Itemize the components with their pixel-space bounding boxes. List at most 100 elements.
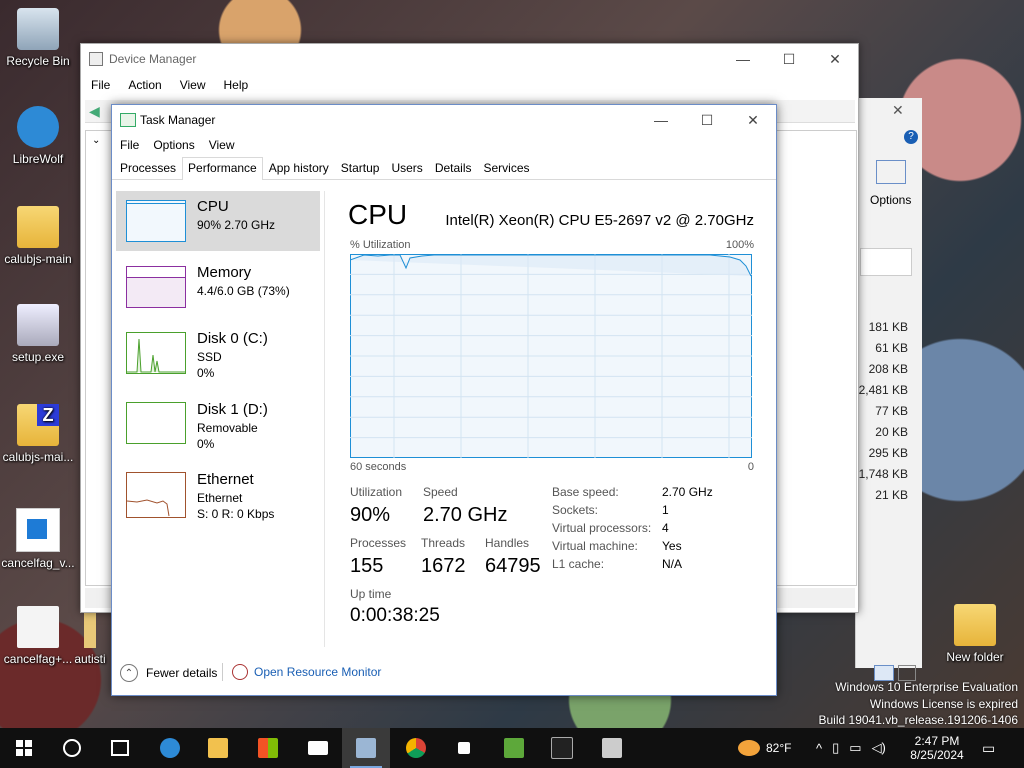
recycle-bin-shortcut[interactable]: Recycle Bin — [0, 8, 76, 68]
task-manager-tabs: Processes Performance App history Startu… — [112, 155, 776, 180]
fewer-details-button[interactable]: ⌃ Fewer details — [120, 664, 217, 682]
taskbar: 82°F ^ ▯ ▭ ◁) 2:47 PM 8/25/2024 ▭ — [0, 728, 1024, 768]
background-file-panel: ✕ ? Options 181 KB 61 KB 208 KB 2,481 KB… — [855, 98, 922, 681]
sidebar-item-label: Memory — [197, 264, 252, 281]
tab-performance[interactable]: Performance — [182, 157, 263, 180]
sidebar-divider — [324, 191, 325, 647]
menu-options[interactable]: Options — [153, 138, 194, 152]
minimize-button[interactable]: — — [638, 105, 684, 135]
sidebar-item-value: 0% — [197, 366, 215, 380]
taskbar-file-explorer[interactable] — [194, 728, 242, 768]
calubjs-main-folder[interactable]: calubjs-main — [0, 206, 76, 266]
minimize-button[interactable]: — — [720, 44, 766, 74]
watermark-edition: Windows 10 Enterprise Evaluation — [835, 680, 1018, 694]
close-button[interactable]: ✕ — [730, 105, 776, 135]
autisti-shortcut[interactable]: autisti — [62, 606, 118, 666]
taskbar-device-manager[interactable] — [588, 728, 636, 768]
memory-thumbnail-graph — [126, 266, 186, 308]
sidebar-item-cpu[interactable]: CPU 90% 2.70 GHz — [116, 191, 320, 251]
taskbar-terminal[interactable] — [538, 728, 586, 768]
device-manager-icon — [602, 738, 622, 758]
maximize-button[interactable]: ☐ — [766, 44, 812, 74]
menu-file[interactable]: File — [91, 78, 110, 92]
search-box[interactable] — [860, 248, 912, 276]
open-resource-monitor-link[interactable]: Open Resource Monitor — [232, 664, 381, 680]
close-icon[interactable]: ✕ — [892, 102, 904, 119]
speed-value: 2.70 GHz — [423, 504, 508, 526]
device-manager-icon — [89, 52, 103, 66]
menu-file[interactable]: File — [120, 138, 139, 152]
search-button[interactable] — [48, 728, 96, 768]
volume-icon[interactable]: ◁) — [872, 740, 886, 756]
new-folder-shortcut[interactable]: New folder — [937, 604, 1013, 664]
weather-widget[interactable]: 82°F — [738, 728, 791, 768]
device-manager-titlebar[interactable]: Device Manager — ☐ ✕ — [81, 44, 858, 74]
sidebar-item-label: Disk 0 (C:) — [197, 330, 268, 347]
speed-label: Speed — [423, 485, 458, 499]
task-manager-icon — [120, 113, 136, 127]
handles-value: 64795 — [485, 555, 541, 577]
options-button[interactable]: Options — [870, 193, 911, 207]
back-arrow-icon[interactable]: ◀ — [89, 103, 100, 120]
close-button[interactable]: ✕ — [812, 44, 858, 74]
sidebar-item-ethernet[interactable]: Ethernet Ethernet S: 0 R: 0 Kbps — [116, 455, 320, 521]
librewolf-shortcut[interactable]: LibreWolf — [0, 106, 76, 166]
tab-processes[interactable]: Processes — [114, 157, 182, 179]
calubjs-zip-shortcut[interactable]: Z calubjs-mai... — [0, 404, 76, 464]
sidebar-item-disk-0[interactable]: Disk 0 (C:) SSD 0% — [116, 323, 320, 383]
disk1-thumbnail-graph — [126, 402, 186, 444]
desktop-icon-label: calubjs-main — [4, 252, 72, 266]
task-manager-titlebar[interactable]: Task Manager — ☐ ✕ — [112, 105, 776, 135]
start-button[interactable] — [0, 728, 48, 768]
menu-action[interactable]: Action — [128, 78, 161, 92]
taskbar-minecraft[interactable] — [490, 728, 538, 768]
details-view-icon[interactable] — [874, 665, 894, 681]
tab-app-history[interactable]: App history — [263, 157, 335, 179]
battery-icon[interactable]: ▯ — [832, 740, 839, 756]
sidebar-item-memory[interactable]: Memory 4.4/6.0 GB (73%) — [116, 257, 320, 317]
cancelfag-v-shortcut[interactable]: cancelfag_v... — [0, 508, 76, 570]
size-cell: 295 KB — [868, 446, 908, 460]
menu-help[interactable]: Help — [224, 78, 249, 92]
graph-time-label: 60 seconds — [350, 461, 407, 473]
disk0-thumbnail-graph — [126, 332, 186, 374]
maximize-button[interactable]: ☐ — [684, 105, 730, 135]
network-icon[interactable]: ▭ — [849, 740, 861, 756]
notifications-button[interactable]: ▭ — [982, 728, 1002, 768]
tab-users[interactable]: Users — [385, 157, 428, 179]
size-cell: 1,748 KB — [858, 467, 908, 481]
chevron-down-icon[interactable]: ⌄ — [92, 135, 100, 146]
taskbar-mail[interactable] — [294, 728, 342, 768]
setup-exe-shortcut[interactable]: setup.exe — [0, 304, 76, 364]
menu-view[interactable]: View — [209, 138, 235, 152]
clock[interactable]: 2:47 PM 8/25/2024 — [906, 728, 968, 768]
help-icon[interactable]: ? — [904, 130, 918, 144]
taskbar-chrome[interactable] — [392, 728, 440, 768]
graph-max-label: 100% — [725, 239, 754, 251]
graph-axis-label: % Utilization — [350, 239, 411, 251]
tab-services[interactable]: Services — [478, 157, 536, 179]
taskbar-task-manager[interactable] — [342, 728, 390, 768]
tab-startup[interactable]: Startup — [335, 157, 386, 179]
sidebar-item-value: S: 0 R: 0 Kbps — [197, 507, 275, 521]
sidebar-item-detail: SSD — [197, 350, 222, 364]
size-cell: 61 KB — [875, 341, 908, 355]
clock-date: 8/25/2024 — [910, 748, 964, 762]
task-manager-menubar: File Options View — [112, 135, 776, 155]
graph-min-label: 0 — [747, 461, 754, 473]
sidebar-item-disk-1[interactable]: Disk 1 (D:) Removable 0% — [116, 389, 320, 451]
menu-view[interactable]: View — [180, 78, 206, 92]
large-icons-view-icon[interactable] — [898, 665, 916, 681]
taskbar-librewolf[interactable] — [146, 728, 194, 768]
weather-icon — [738, 740, 760, 756]
sidebar-item-detail: 4.4/6.0 GB (73%) — [197, 284, 290, 298]
resource-monitor-label: Open Resource Monitor — [254, 665, 382, 679]
threads-value: 1672 — [421, 555, 466, 577]
desktop-icon-label: autisti — [74, 652, 106, 666]
task-view-button[interactable] — [96, 728, 144, 768]
cpu-model-name: Intel(R) Xeon(R) CPU E5-2697 v2 @ 2.70GH… — [445, 212, 754, 229]
chevron-up-icon[interactable]: ^ — [816, 741, 822, 756]
taskbar-app-cube[interactable] — [440, 728, 488, 768]
taskbar-store[interactable] — [244, 728, 292, 768]
tab-details[interactable]: Details — [429, 157, 478, 179]
